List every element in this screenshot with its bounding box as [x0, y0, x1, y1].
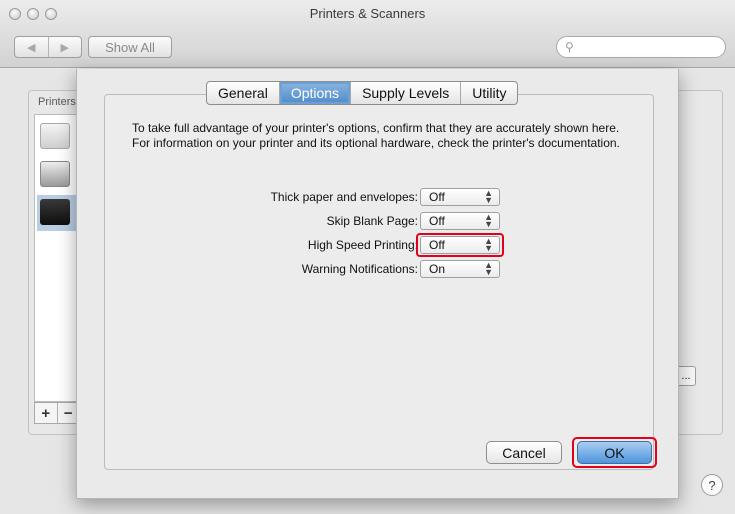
back-button[interactable]: ◀ [15, 37, 49, 57]
skip-blank-page-value: Off [429, 214, 445, 228]
tab-bar: General Options Supply Levels Utility [206, 81, 519, 105]
thick-paper-label: Thick paper and envelopes: [270, 190, 418, 204]
option-row: Thick paper and envelopes: Off ▲ ▼ [180, 188, 510, 208]
printer-icon [40, 123, 70, 149]
tab-supply-levels[interactable]: Supply Levels [350, 82, 460, 104]
window-title: Printers & Scanners [309, 6, 426, 21]
add-printer-button[interactable]: + [35, 403, 58, 423]
forward-button[interactable]: ▶ [49, 37, 82, 57]
highlight-box [416, 233, 504, 257]
warning-notifications-select[interactable]: On ▲ ▼ [420, 260, 500, 278]
option-row: Skip Blank Page: Off ▲ ▼ [180, 212, 510, 232]
tab-options[interactable]: Options [278, 82, 351, 104]
cancel-button[interactable]: Cancel [486, 441, 562, 464]
updown-arrows-icon: ▲ ▼ [484, 212, 493, 229]
tab-content-box [104, 94, 654, 470]
warning-notifications-value: On [429, 262, 446, 276]
help-button[interactable]: ? [701, 474, 723, 496]
updown-arrows-icon: ▲ ▼ [484, 260, 493, 277]
search-input[interactable]: ⚲ [556, 36, 726, 58]
skip-blank-page-select[interactable]: Off ▲ ▼ [420, 212, 500, 230]
back-forward-buttons: ◀ ▶ [14, 36, 82, 58]
updown-arrows-icon: ▲ ▼ [484, 188, 493, 205]
window-titlebar: Printers & Scanners ◀ ▶ Show All ⚲ [0, 0, 735, 68]
show-all-button[interactable]: Show All [88, 36, 172, 58]
ok-button[interactable]: OK [577, 441, 652, 464]
tab-general[interactable]: General [207, 82, 279, 104]
printer-icon [40, 199, 70, 225]
thick-paper-value: Off [429, 190, 445, 204]
ok-highlight-box: OK [572, 437, 657, 468]
options-description: To take full advantage of your printer's… [132, 121, 620, 150]
option-row: High Speed Printing: Off ▲ ▼ [180, 233, 510, 257]
search-icon: ⚲ [565, 40, 574, 54]
tab-utility[interactable]: Utility [460, 82, 517, 104]
add-remove-buttons: + − [34, 402, 80, 424]
printers-list-label: Printers [38, 96, 76, 108]
printer-icon [40, 161, 70, 187]
warning-notifications-label: Warning Notifications: [301, 262, 418, 276]
high-speed-printing-label: High Speed Printing: [307, 238, 418, 252]
thick-paper-select[interactable]: Off ▲ ▼ [420, 188, 500, 206]
option-row: Warning Notifications: On ▲ ▼ [180, 260, 510, 280]
skip-blank-page-label: Skip Blank Page: [326, 214, 418, 228]
sharing-preferences-button[interactable]: ... [676, 366, 696, 386]
